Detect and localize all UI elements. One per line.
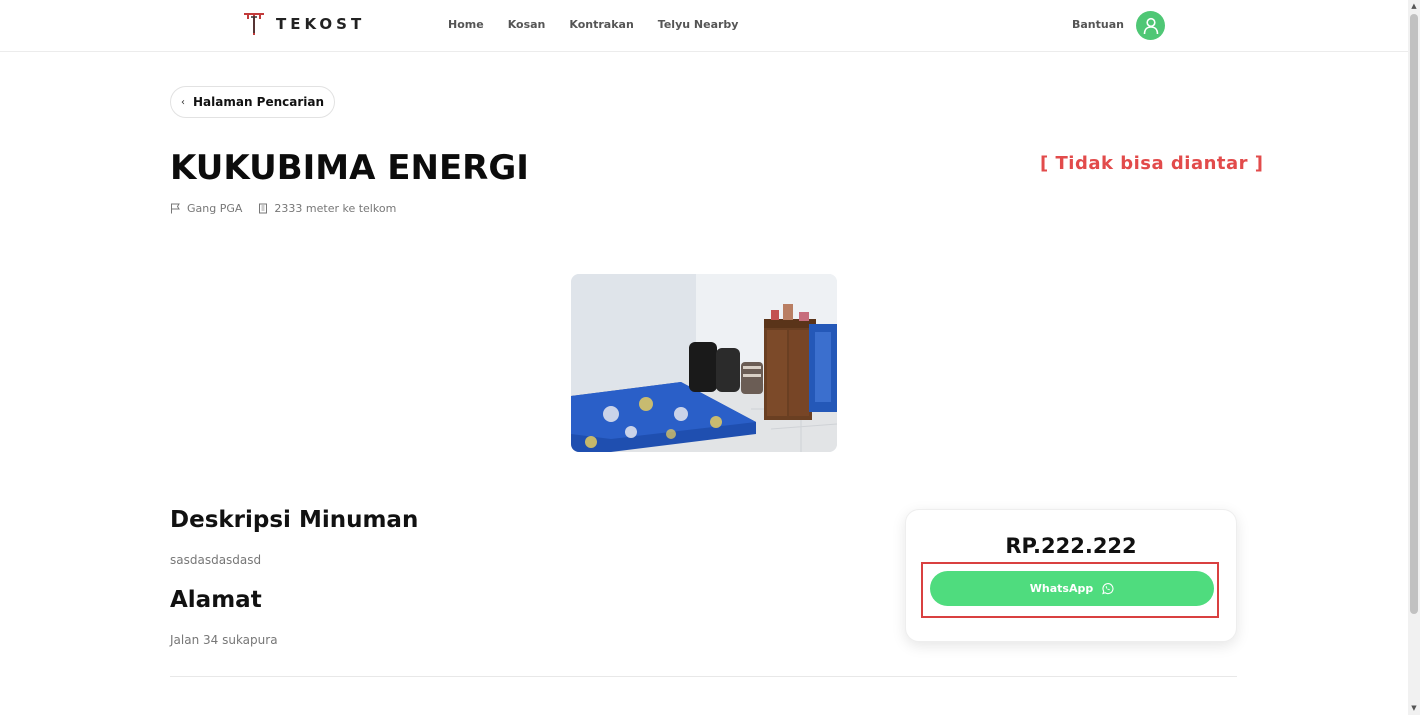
page-scrollbar[interactable]: ▲ ▼: [1408, 0, 1420, 715]
scroll-down-arrow-icon[interactable]: ▼: [1410, 703, 1418, 713]
price-value: RP.222.222: [1005, 534, 1137, 558]
brand-logo[interactable]: TEKOST: [242, 11, 365, 37]
building-icon: [259, 203, 268, 214]
user-avatar[interactable]: [1136, 11, 1165, 40]
location-text: Gang PGA: [187, 202, 243, 215]
address-text: Jalan 34 sukapura: [170, 633, 278, 647]
flag-icon: [171, 203, 180, 214]
scroll-up-arrow-icon[interactable]: ▲: [1410, 1, 1418, 11]
distance-meta: 2333 meter ke telkom: [258, 202, 396, 215]
description-text: sasdasdasdasd: [170, 553, 262, 567]
room-photo-image: [571, 274, 837, 452]
chevron-left-icon: ‹: [181, 96, 185, 108]
content-divider: [170, 676, 1237, 677]
scroll-thumb[interactable]: [1410, 14, 1418, 614]
nav-link-telyu-nearby[interactable]: Telyu Nearby: [658, 18, 739, 31]
listing-photo: [571, 274, 837, 452]
whatsapp-button-label: WhatsApp: [1029, 582, 1094, 595]
price-card: RP.222.222 WhatsApp: [905, 509, 1237, 642]
listing-title: KUKUBIMA ENERGI: [170, 148, 529, 188]
whatsapp-icon: [1102, 583, 1114, 595]
nav-link-home[interactable]: Home: [448, 18, 484, 31]
nav-link-kosan[interactable]: Kosan: [508, 18, 546, 31]
back-to-search-button[interactable]: ‹ Halaman Pencarian: [170, 86, 336, 118]
distance-text: 2333 meter ke telkom: [274, 202, 397, 215]
location-meta: Gang PGA: [170, 202, 242, 215]
description-heading: Deskripsi Minuman: [170, 507, 419, 533]
navbar: TEKOST Home Kosan Kontrakan Telyu Nearby…: [0, 0, 1408, 52]
back-button-label: Halaman Pencarian: [193, 95, 325, 109]
listing-meta: Gang PGA 2333 meter ke telkom: [170, 202, 396, 215]
delivery-status: [ Tidak bisa diantar ]: [1040, 153, 1264, 174]
whatsapp-button[interactable]: WhatsApp: [930, 571, 1214, 606]
nav-links: Home Kosan Kontrakan Telyu Nearby: [448, 18, 738, 31]
tekost-logo-icon: [244, 13, 264, 35]
nav-link-kontrakan[interactable]: Kontrakan: [569, 18, 633, 31]
brand-name: TEKOST: [276, 15, 366, 33]
nav-link-bantuan[interactable]: Bantuan: [1072, 18, 1124, 31]
user-icon: [1143, 17, 1158, 34]
address-heading: Alamat: [170, 587, 262, 613]
